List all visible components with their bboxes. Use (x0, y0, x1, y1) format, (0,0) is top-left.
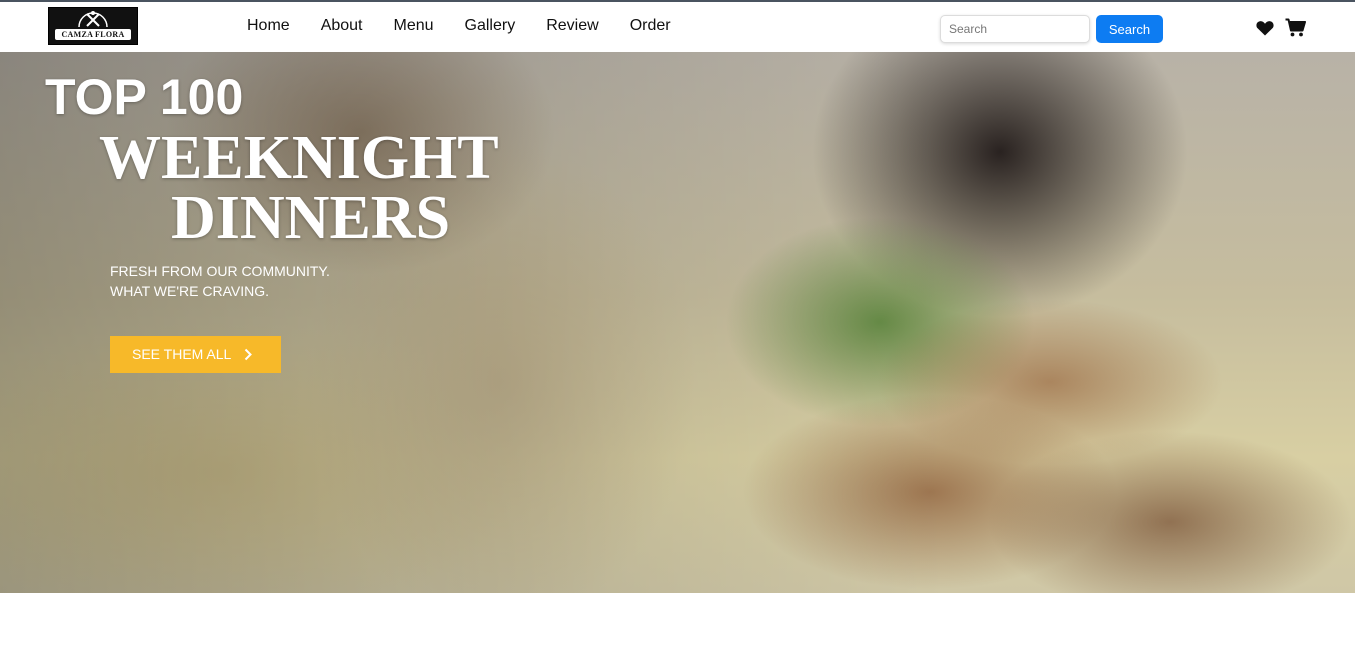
utensils-icon (78, 11, 108, 28)
top-navbar: CAMZA FLORA Home About Menu Gallery Revi… (0, 0, 1355, 52)
search-button[interactable]: Search (1096, 15, 1163, 43)
search-input[interactable] (940, 15, 1090, 43)
hero-title-line-3: DINNERS (171, 184, 451, 252)
hero-title-line-1: TOP 100 (45, 69, 244, 125)
hero-subtitle-line-2: WHAT WE'RE CRAVING. (110, 283, 270, 299)
hero-subtitle: FRESH FROM OUR COMMUNITY. WHAT WE'RE CRA… (110, 261, 330, 301)
heart-icon[interactable] (1256, 20, 1274, 36)
hero-title-line-2: WEEKNIGHT (99, 124, 499, 192)
hero-banner: TOP 100 WEEKNIGHT DINNERS FRESH FROM OUR… (0, 52, 1355, 593)
hero-subtitle-line-1: FRESH FROM OUR COMMUNITY. (110, 263, 330, 279)
nav-link-gallery[interactable]: Gallery (465, 17, 516, 35)
nav-link-menu[interactable]: Menu (394, 17, 434, 35)
nav-link-order[interactable]: Order (630, 17, 671, 35)
nav-link-home[interactable]: Home (247, 17, 290, 35)
cart-icon[interactable] (1285, 18, 1306, 37)
brand-logo[interactable]: CAMZA FLORA (48, 7, 138, 45)
cta-label: SEE THEM ALL (132, 346, 232, 362)
logo-text: CAMZA FLORA (55, 29, 131, 40)
nav-link-about[interactable]: About (321, 17, 363, 35)
main-nav: Home About Menu Gallery Review Order (247, 17, 702, 35)
nav-link-review[interactable]: Review (546, 17, 598, 35)
see-them-all-button[interactable]: SEE THEM ALL (110, 336, 281, 373)
chevron-right-icon (244, 348, 252, 361)
